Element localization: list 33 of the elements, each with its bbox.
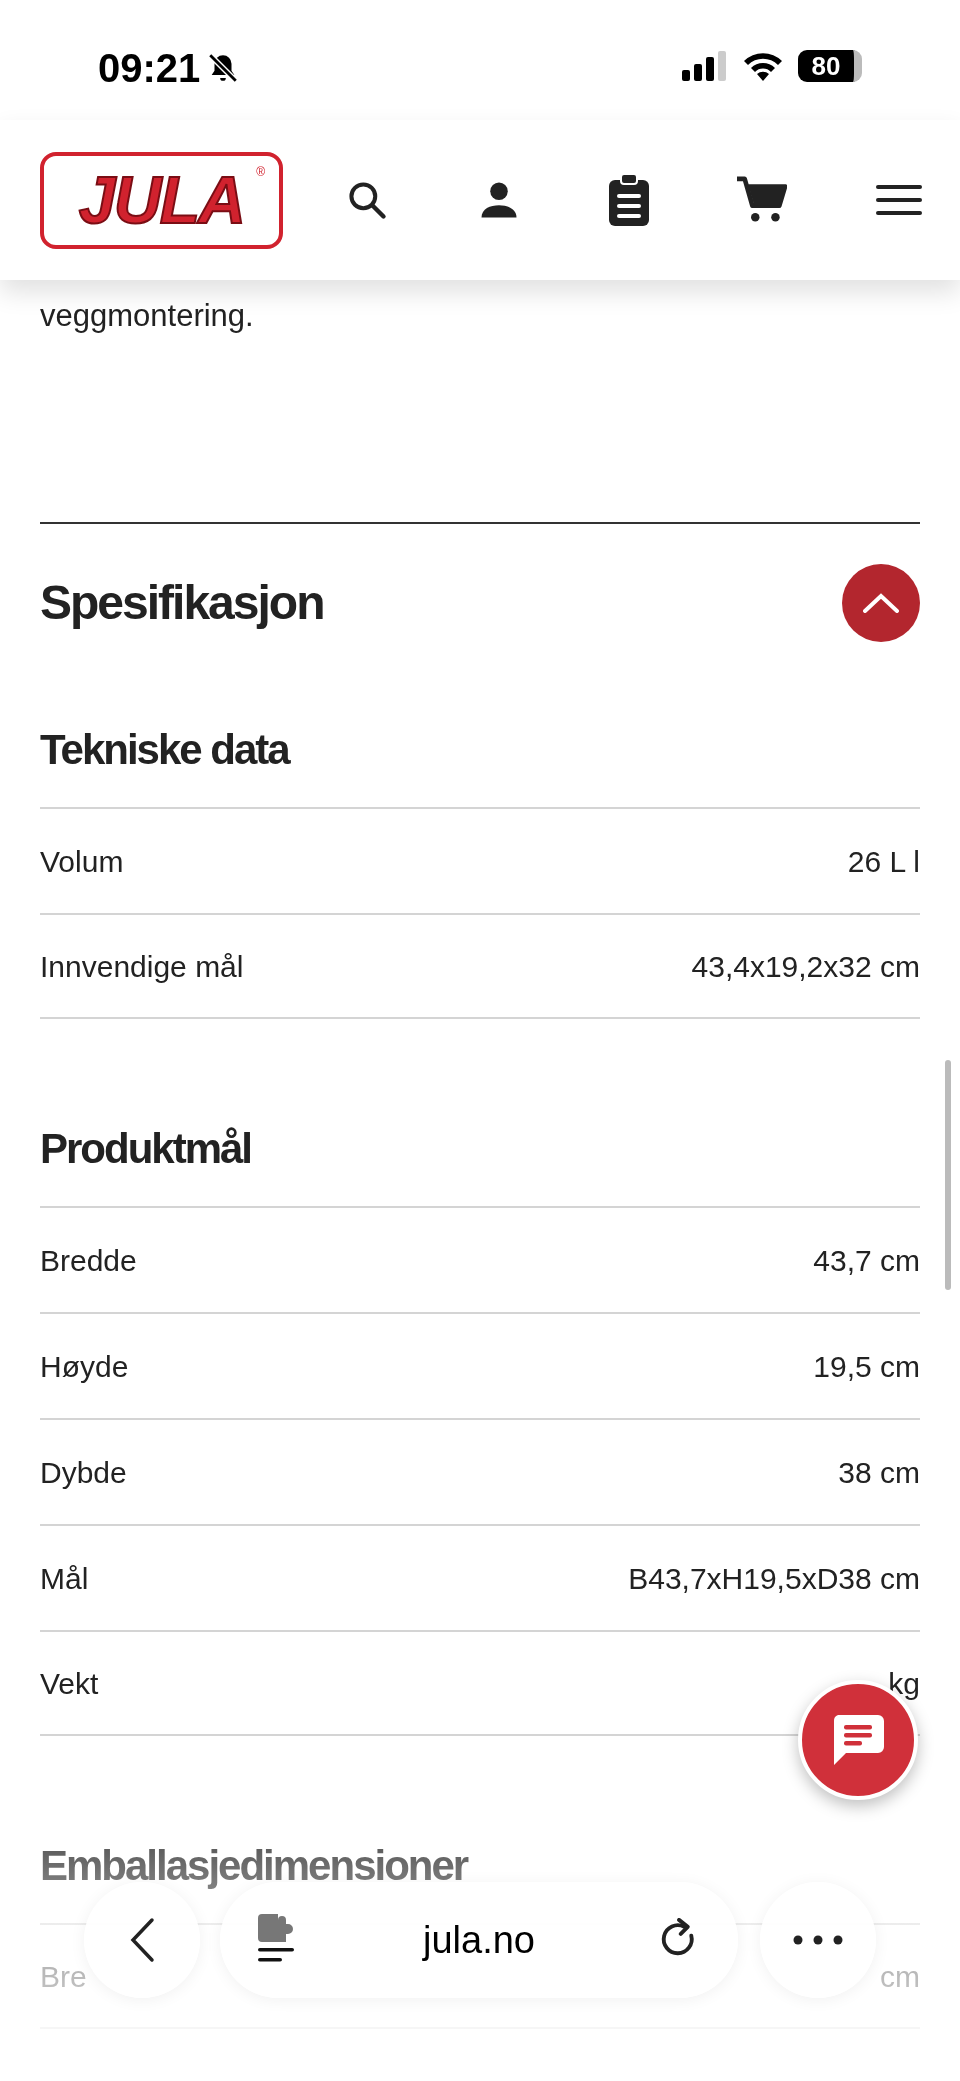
wifi-icon: [742, 51, 784, 81]
spec-label: Volum: [40, 843, 124, 880]
spec-value: B43,7xH19,5xD38 cm: [628, 1560, 920, 1597]
back-icon: [129, 1917, 155, 1963]
spec-label: Høyde: [40, 1348, 129, 1385]
address-bar[interactable]: jula.no: [220, 1882, 738, 1998]
spec-value: cm: [880, 1958, 920, 1995]
section-title: Spesifikasjon: [40, 579, 324, 627]
spec-label: Bredde: [40, 1242, 137, 1279]
spec-value: 38 cm: [838, 1454, 920, 1491]
spec-label: Bre: [40, 1958, 87, 1995]
spec-value: 26 L l: [847, 843, 920, 880]
menu-icon[interactable]: [876, 185, 922, 215]
spec-value: 43,7 cm: [813, 1242, 920, 1279]
chat-icon: [832, 1715, 884, 1765]
status-time: 09:21: [98, 48, 201, 88]
chevron-icon: [863, 593, 899, 613]
spec-label: Vekt: [40, 1665, 99, 1702]
description-text: veggmontering.: [40, 297, 255, 335]
signal-icon: [682, 51, 728, 81]
spec-label: Mål: [40, 1560, 89, 1597]
spec-label: Innvendige mål: [40, 948, 244, 985]
more-icon: [793, 1935, 843, 1945]
spec-value: 43,4x19,2x32 cm: [691, 948, 920, 985]
clipboard-icon[interactable]: [608, 174, 649, 226]
url-text: jula.no: [423, 1917, 535, 1963]
spec-value: 19,5 cm: [813, 1348, 920, 1385]
group-title: Produktmål: [40, 1128, 252, 1170]
logo[interactable]: JULA ®: [40, 151, 283, 249]
group-title: Tekniske data: [40, 729, 289, 771]
spec-value: kg: [888, 1665, 920, 1702]
spec-label: Dybde: [40, 1454, 127, 1491]
battery-level: 80: [798, 50, 862, 82]
